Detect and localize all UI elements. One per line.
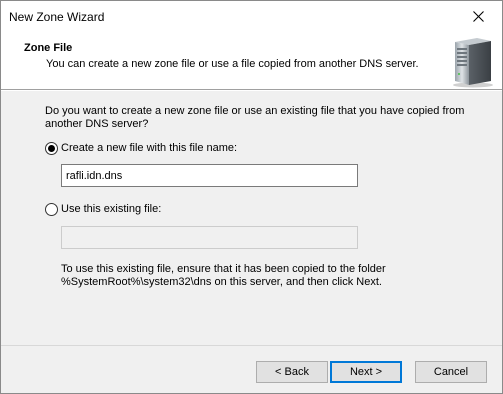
existing-file-note: To use this existing file, ensure that i… xyxy=(61,263,386,288)
radio-indicator-unchecked[interactable] xyxy=(45,202,58,216)
window-title: New Zone Wizard xyxy=(9,10,105,24)
new-file-name-input[interactable] xyxy=(61,164,358,187)
page-title: Zone File xyxy=(24,42,73,54)
wizard-header: Zone File You can create a new zone file… xyxy=(1,32,502,90)
radio-create-new[interactable]: Create a new file with this file name: xyxy=(45,140,237,156)
existing-file-input xyxy=(61,226,358,249)
dns-server-icon xyxy=(453,38,493,88)
close-icon xyxy=(473,11,484,22)
radio-indicator-checked[interactable] xyxy=(45,141,58,155)
radio-create-new-label[interactable]: Create a new file with this file name: xyxy=(61,142,237,154)
wizard-window: New Zone Wizard Zone File You can create… xyxy=(0,0,503,394)
header-divider xyxy=(1,90,502,91)
cancel-button[interactable]: Cancel xyxy=(415,361,487,383)
title-bar[interactable]: New Zone Wizard xyxy=(1,1,502,32)
close-button[interactable] xyxy=(456,1,502,32)
radio-use-existing-label[interactable]: Use this existing file: xyxy=(61,203,161,215)
radio-use-existing[interactable]: Use this existing file: xyxy=(45,201,161,217)
question-text: Do you want to create a new zone file or… xyxy=(45,105,465,130)
page-subtitle: You can create a new zone file or use a … xyxy=(46,58,419,70)
next-button[interactable]: Next > xyxy=(330,361,402,383)
button-separator xyxy=(1,345,502,346)
back-button[interactable]: < Back xyxy=(256,361,328,383)
